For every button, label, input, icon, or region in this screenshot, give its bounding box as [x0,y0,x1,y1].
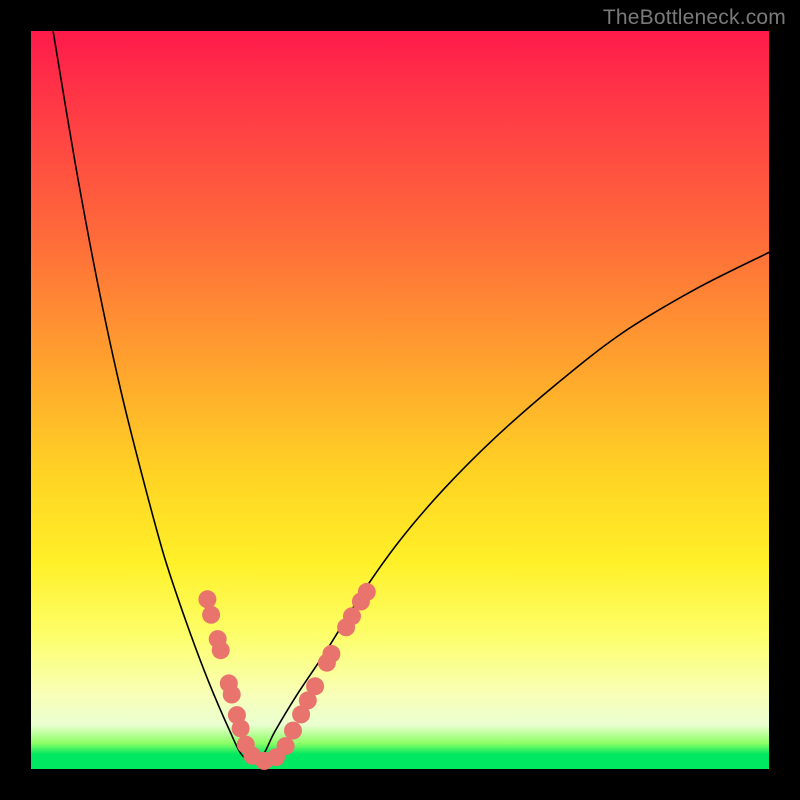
curve-marker [306,677,324,695]
curve-marker [202,606,220,624]
marker-cluster [198,583,375,770]
plot-area [31,31,769,769]
curve-marker [277,737,295,755]
curve-marker [198,590,216,608]
curve-marker [212,641,230,659]
curve-marker [322,645,340,663]
curve-marker [232,719,250,737]
curve-layer [31,31,769,769]
bottleneck-curve [53,31,769,762]
chart-frame: TheBottleneck.com [0,0,800,800]
curve-marker [358,583,376,601]
curve-marker [284,722,302,740]
curve-marker [223,686,241,704]
watermark-text: TheBottleneck.com [603,6,786,30]
